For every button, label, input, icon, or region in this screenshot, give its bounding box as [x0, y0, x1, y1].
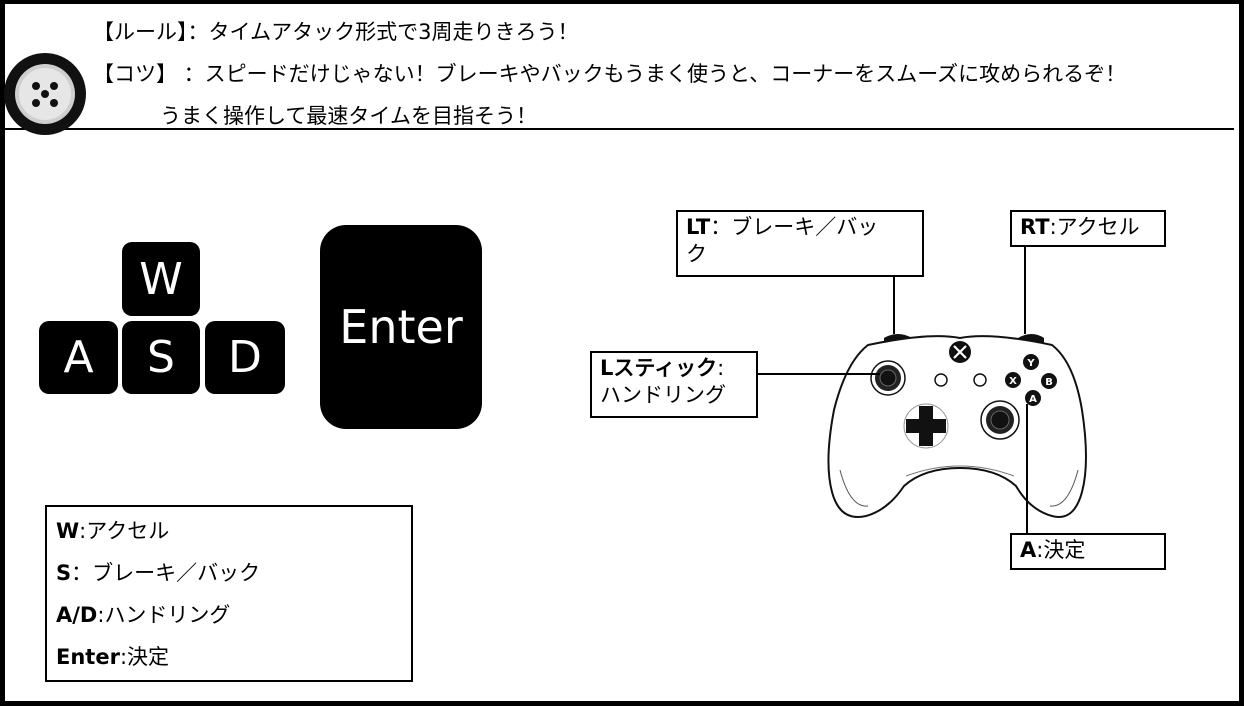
face-button-y: Y — [1026, 358, 1035, 369]
label-lt: LT：ブレーキ／バック — [676, 210, 924, 277]
label-sep: ： — [710, 215, 732, 239]
label-rt: RT:アクセル — [1010, 210, 1166, 247]
label-sep: : — [1049, 215, 1057, 239]
label-action-continued: ク — [686, 242, 707, 266]
xbox-controller-icon: Y X B A — [827, 334, 1087, 518]
label-key: LT — [686, 215, 711, 239]
label-action: ハンドリング — [600, 383, 726, 407]
face-button-a: A — [1029, 394, 1037, 405]
label-key: RT — [1020, 215, 1050, 239]
label-action: 決定 — [1043, 538, 1086, 562]
label-sep: : — [717, 356, 725, 380]
label-lstick: Lスティック: ハンドリング — [590, 351, 758, 418]
label-a: A:決定 — [1010, 533, 1166, 570]
label-action: アクセル — [1056, 215, 1140, 239]
label-key: A — [1020, 538, 1037, 562]
face-button-x: X — [1009, 376, 1017, 387]
label-action: ブレーキ／バッ — [731, 215, 879, 239]
label-key: Lスティック — [600, 356, 718, 380]
face-button-b: B — [1045, 377, 1053, 388]
